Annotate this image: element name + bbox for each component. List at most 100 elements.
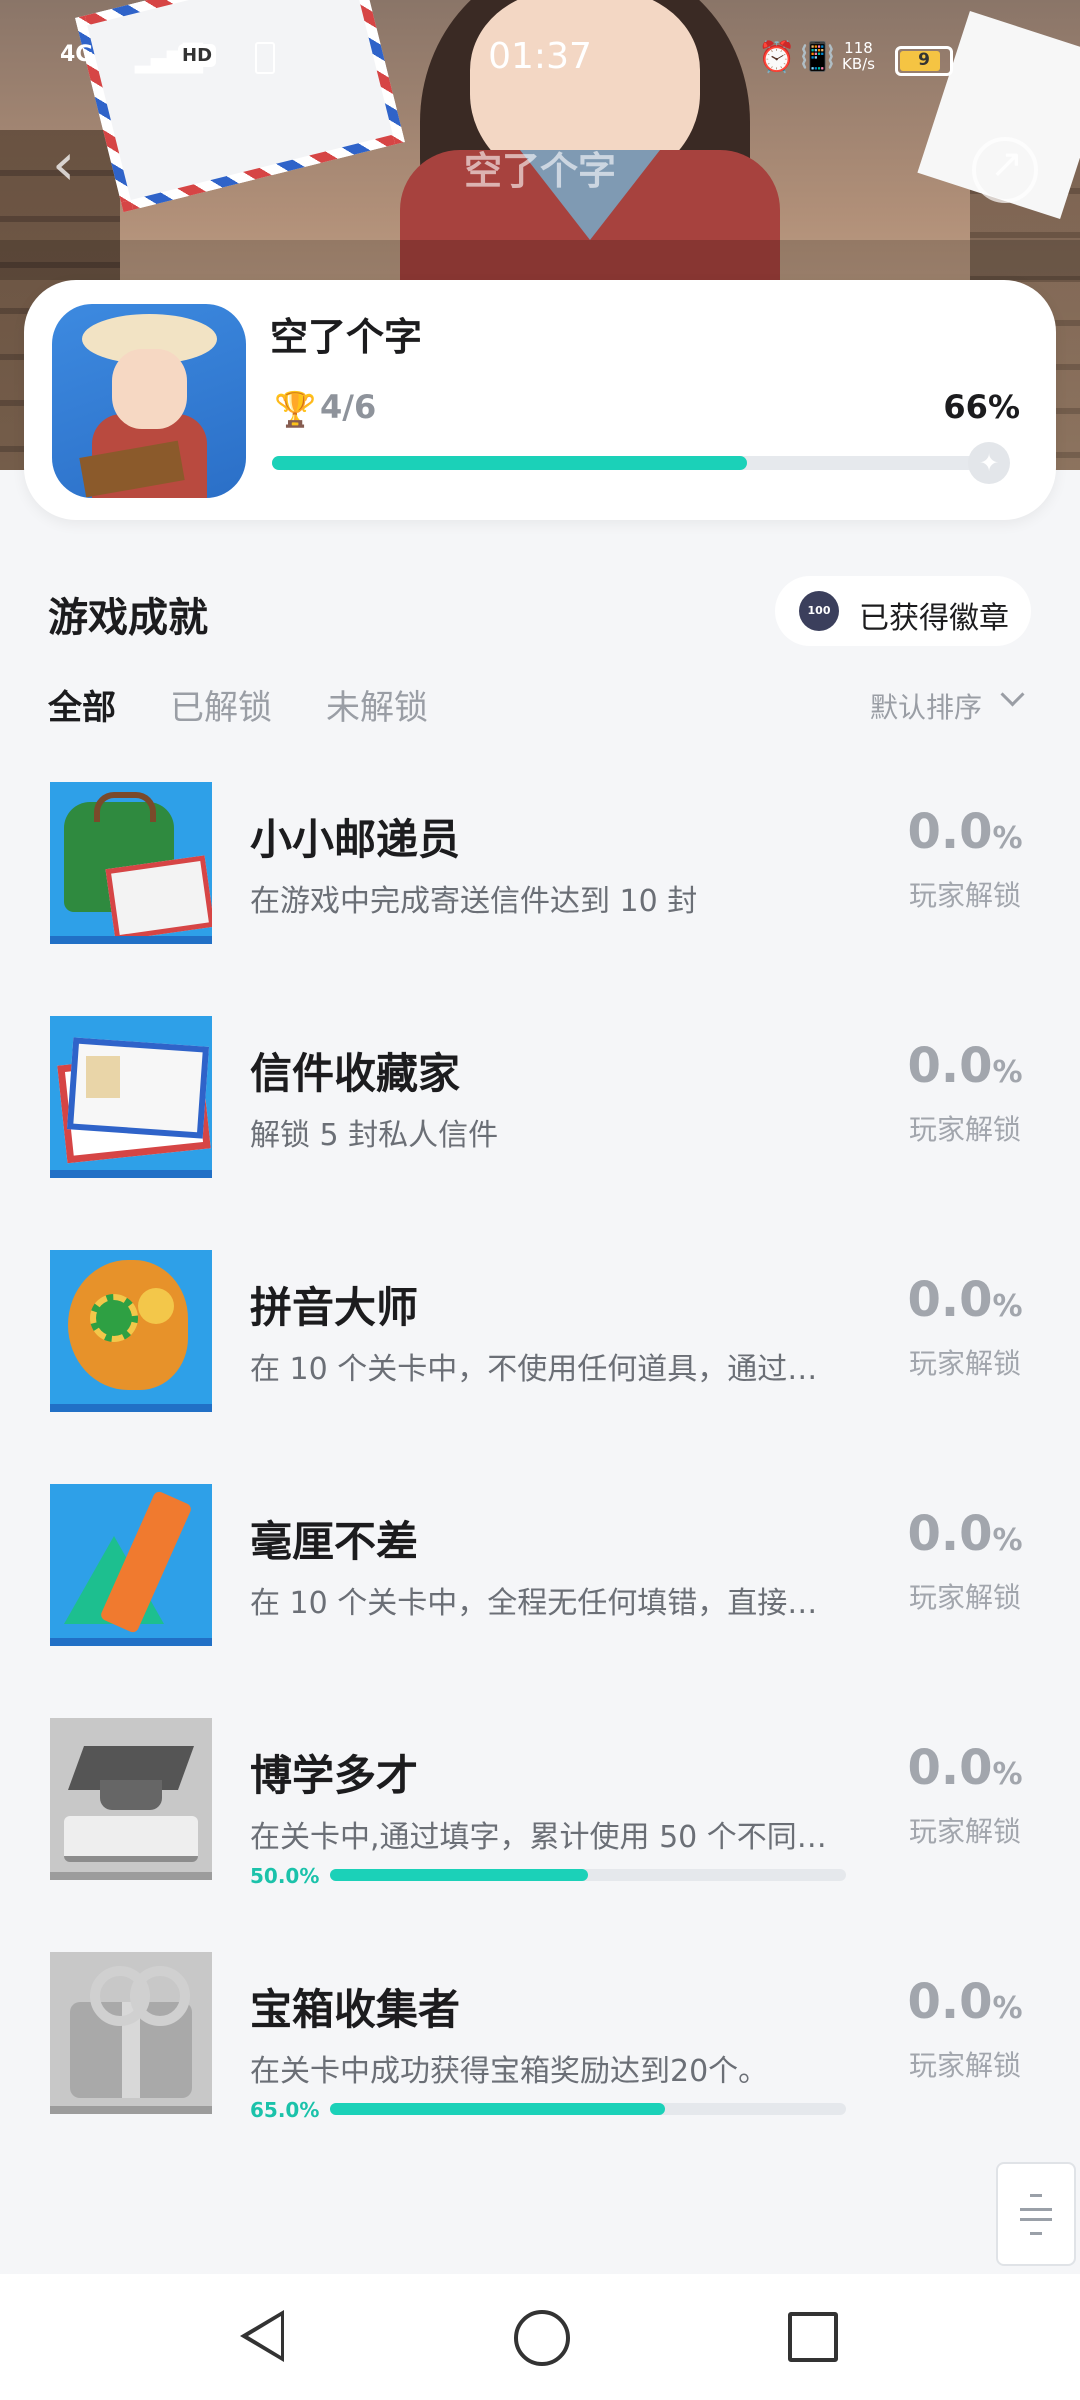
unlock-rate-unit: % — [992, 1757, 1023, 1792]
banner-shade — [0, 240, 1080, 280]
tab-unlocked[interactable]: 已解锁 — [170, 680, 272, 729]
tab-locked[interactable]: 未解锁 — [326, 680, 428, 729]
thumb-band — [50, 2106, 212, 2114]
gear-icon — [90, 1294, 138, 1342]
badge-avatar-icon: 100 — [799, 591, 839, 631]
achievement-progress-bar — [330, 2103, 846, 2115]
unlock-rate: 0.0% — [880, 1974, 1050, 2030]
earned-badges-button[interactable]: 100 已获得徽章 — [775, 576, 1031, 646]
bow-right — [130, 1966, 190, 2026]
unlock-rate-label: 玩家解锁 — [908, 1347, 1021, 1380]
achievement-row[interactable]: 拼音大师 在 10 个关卡中，不使用任何道具，通过拼… 0.0% 玩家解锁 — [0, 1250, 1080, 1450]
unlock-rate-unit: % — [992, 821, 1023, 856]
thumb-band — [50, 1170, 212, 1178]
tab-all[interactable]: 全部 — [48, 680, 116, 729]
gear-icon — [138, 1288, 174, 1324]
progress-end-badge-icon: ✦ — [968, 442, 1010, 484]
unlock-rate: 0.0% — [880, 1506, 1050, 1562]
achievement-name: 信件收藏家 — [250, 1049, 461, 1098]
completion-progress-fill — [272, 456, 748, 470]
page-title: 空了个字 — [463, 149, 616, 193]
achievement-row[interactable]: 毫厘不差 在 10 个关卡中，全程无任何填错，直接通… 0.0% 玩家解锁 — [0, 1484, 1080, 1684]
achievement-row[interactable]: 小小邮递员 在游戏中完成寄送信件达到 10 封 0.0% 玩家解锁 — [0, 782, 1080, 982]
nav-home-icon[interactable] — [514, 2310, 570, 2366]
gift-box-icon — [50, 1952, 212, 2114]
cap-base — [100, 1780, 162, 1810]
menu-line — [1020, 2218, 1052, 2221]
unlock-rate-value: 0.0 — [907, 804, 993, 860]
share-button[interactable] — [972, 137, 1038, 203]
thumb-band — [50, 1638, 212, 1646]
ruler-icon — [50, 1484, 212, 1646]
menu-line — [1020, 2208, 1052, 2211]
scroll-to-top-button[interactable] — [996, 2162, 1076, 2266]
open-book — [64, 1816, 198, 1862]
unlock-rate-unit: % — [992, 1991, 1023, 2026]
section-title: 游戏成就 — [48, 595, 208, 641]
achievement-desc: 在游戏中完成寄送信件达到 10 封 — [250, 884, 698, 919]
achievement-count: 4/6 — [320, 388, 377, 426]
unlock-rate: 0.0% — [880, 1038, 1050, 1094]
unlock-rate-value: 0.0 — [907, 1974, 993, 2030]
thumb-band — [50, 1404, 212, 1412]
unlock-rate-value: 0.0 — [907, 1506, 993, 1562]
game-summary-card: 空了个字 🏆 4/6 66% ✦ — [24, 280, 1056, 520]
battery-level: 9 — [918, 50, 930, 70]
achievement-row[interactable]: 宝箱收集者 在关卡中成功获得宝箱奖励达到20个。 65.0% 0.0% 玩家解锁 — [0, 1952, 1080, 2152]
alarm-icon: ⏰ — [758, 40, 796, 75]
unlock-rate-value: 0.0 — [907, 1272, 993, 1328]
system-navigation-bar — [0, 2274, 1080, 2400]
thumb-band — [50, 936, 212, 944]
arrow-down-icon — [1030, 2232, 1042, 2235]
brain-gears-icon — [50, 1250, 212, 1412]
letter-shape — [105, 855, 212, 941]
achievement-name: 博学多才 — [250, 1751, 419, 1800]
nav-back-icon[interactable] — [240, 2310, 284, 2362]
graduation-cap-icon — [50, 1718, 212, 1880]
achievement-progress-label: 65.0% — [250, 2098, 320, 2122]
unlock-rate-value: 0.0 — [907, 1038, 993, 1094]
earned-badges-label: 已获得徽章 — [859, 601, 1009, 636]
game-app-icon — [52, 304, 246, 498]
achievement-desc: 在 10 个关卡中，不使用任何道具，通过拼… — [250, 1352, 840, 1387]
achievement-desc: 在 10 个关卡中，全程无任何填错，直接通… — [250, 1586, 840, 1621]
unlock-rate-label: 玩家解锁 — [908, 2049, 1021, 2082]
status-bar: 4G ▂▄▆█ HD 01:37 ⏰ 📳 118 KB/s 9 — [0, 30, 1080, 90]
achievement-name: 小小邮递员 — [250, 815, 461, 864]
achievement-name: 拼音大师 — [250, 1283, 419, 1332]
chevron-down-icon[interactable] — [1000, 682, 1025, 707]
trophy-icon: 🏆 — [274, 390, 317, 430]
achievement-row[interactable]: 信件收藏家 解锁 5 封私人信件 0.0% 玩家解锁 — [0, 1016, 1080, 1216]
completion-percent: 66% — [943, 388, 1020, 426]
unlock-rate-label: 玩家解锁 — [908, 1581, 1021, 1614]
unlock-rate: 0.0% — [880, 1740, 1050, 1796]
unlock-rate-label: 玩家解锁 — [908, 1815, 1021, 1848]
achievement-desc: 在关卡中,通过填字，累计使用 50 个不同… — [250, 1820, 827, 1855]
unlock-rate: 0.0% — [880, 1272, 1050, 1328]
stamp — [86, 1056, 120, 1098]
icon-face — [112, 349, 187, 429]
unlock-rate-label: 玩家解锁 — [908, 1113, 1021, 1146]
unlock-rate-label: 玩家解锁 — [908, 879, 1021, 912]
unlock-rate-unit: % — [992, 1523, 1023, 1558]
backpack-handle — [94, 792, 156, 822]
achievement-name: 宝箱收集者 — [250, 1985, 461, 2034]
nav-recents-icon[interactable] — [788, 2312, 838, 2362]
achievement-name: 毫厘不差 — [250, 1517, 419, 1566]
game-name: 空了个字 — [270, 315, 423, 359]
achievement-progress-fill — [330, 2103, 666, 2115]
achievement-row[interactable]: 博学多才 在关卡中,通过填字，累计使用 50 个不同… 50.0% 0.0% 玩… — [0, 1718, 1080, 1918]
backpack-icon — [50, 782, 212, 944]
completion-progress-bar — [272, 456, 992, 470]
achievement-progress-bar — [330, 1869, 846, 1881]
letters-icon — [50, 1016, 212, 1178]
achievement-progress-label: 50.0% — [250, 1864, 320, 1888]
achievement-desc: 在关卡中成功获得宝箱奖励达到20个。 — [250, 2054, 769, 2089]
battery-icon: 9 — [895, 46, 953, 76]
network-speed-unit: KB/s — [842, 55, 875, 73]
sort-dropdown[interactable]: 默认排序 — [870, 686, 982, 726]
achievement-desc: 解锁 5 封私人信件 — [250, 1118, 499, 1153]
unlock-rate: 0.0% — [880, 804, 1050, 860]
network-speed: 118 KB/s — [842, 40, 875, 72]
vibrate-icon: 📳 — [800, 40, 835, 73]
